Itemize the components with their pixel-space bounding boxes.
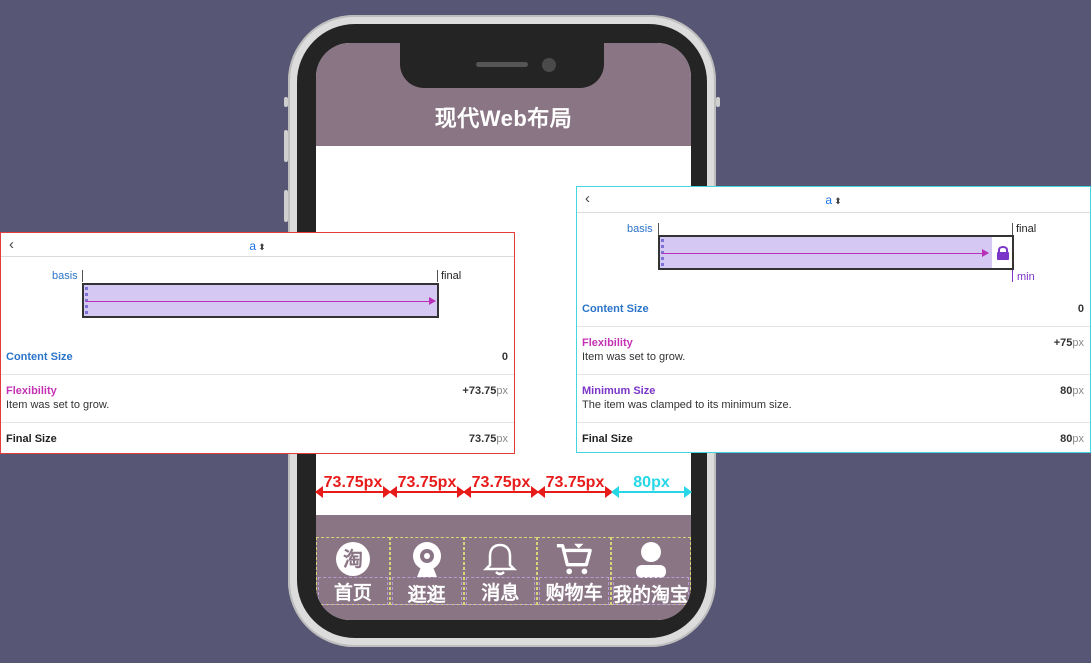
tab-width-label: 73.75px [397, 474, 457, 491]
element-selector[interactable]: a ⬍ [577, 193, 1090, 207]
content-size-label: Content Size [6, 351, 73, 363]
panel-header: ‹ a ⬍ [1, 233, 514, 257]
final-size-value: 80 [1060, 433, 1073, 445]
final-size-row: Final Size 73.75px [1, 423, 514, 454]
flexibility-unit: px [496, 385, 508, 397]
min-label: min [1017, 271, 1035, 283]
element-selector[interactable]: a ⬍ [1, 239, 514, 253]
bell-icon [481, 541, 519, 577]
tab-label: 消息 [481, 583, 520, 604]
tab-label: 逛逛 [407, 585, 446, 606]
minimum-size-unit: px [1072, 385, 1084, 397]
shopping-cart-icon [555, 541, 593, 577]
final-size-unit: px [1072, 433, 1084, 445]
minimum-size-desc: The item was clamped to its minimum size… [582, 399, 792, 411]
basis-tick [658, 223, 659, 235]
tab-messages[interactable]: 消息 [463, 537, 538, 605]
phone-speaker [476, 62, 528, 67]
tab-label: 首页 [333, 583, 372, 604]
phone-camera [542, 58, 556, 72]
flexibility-value: +75 [1053, 337, 1073, 349]
final-label: final [1016, 223, 1037, 235]
app-title: 现代Web布局 [434, 106, 573, 131]
tab-bar: 淘 首页 逛逛 消息 购物车 我的淘宝 [316, 537, 691, 606]
content-size-row: Content Size 0 [1, 351, 514, 375]
selector-label: a [825, 193, 833, 207]
webcam-icon [408, 541, 446, 579]
flex-inspector-panel-left: ‹ a ⬍ basis final Content Size 0 Flexibil… [0, 232, 515, 454]
content-size-value: 0 [501, 351, 508, 363]
flexibility-value: +73.75 [462, 385, 497, 397]
minimum-size-row: Minimum Size The item was clamped to its… [577, 375, 1090, 423]
selector-label: a [249, 239, 257, 253]
tab-width-label: 80px [633, 474, 670, 491]
tab-width-label: 73.75px [471, 474, 531, 491]
phone-side-button [284, 97, 288, 107]
flexibility-desc: Item was set to grow. [582, 351, 686, 363]
tab-bar-container: 淘 首页 逛逛 消息 购物车 我的淘宝 [316, 515, 691, 620]
lock-icon [997, 246, 1009, 260]
flex-item-diagram: basis final [1, 257, 514, 351]
final-tick [1012, 223, 1013, 235]
flexibility-unit: px [1072, 337, 1084, 349]
basis-tick [82, 270, 83, 282]
content-size-row: Content Size 0 [577, 303, 1090, 327]
tab-width-measure: 73.75px [315, 474, 391, 500]
grow-arrow [86, 296, 436, 305]
tab-cart[interactable]: 购物车 [537, 537, 611, 605]
minimum-size-label: Minimum Size [582, 385, 656, 397]
flexibility-row: Flexibility Item was set to grow. +73.75… [1, 375, 514, 423]
grow-arrow [662, 248, 989, 257]
tab-width-measure: 73.75px [389, 474, 465, 500]
power-button [716, 97, 720, 107]
min-tick [1012, 270, 1013, 282]
flexibility-label: Flexibility [582, 337, 633, 349]
basis-label: basis [627, 223, 653, 235]
flex-size-bar [82, 283, 439, 318]
tab-home[interactable]: 淘 首页 [316, 537, 390, 605]
content-size-label: Content Size [582, 303, 649, 315]
flexibility-label: Flexibility [6, 385, 57, 397]
tab-label: 购物车 [545, 583, 603, 604]
flex-item-diagram: basis final min [577, 213, 1090, 303]
updown-arrow-icon: ⬍ [834, 196, 842, 206]
panel-header: ‹ a ⬍ [577, 187, 1090, 213]
final-size-row: Final Size 80px [577, 423, 1090, 453]
tab-label: 我的淘宝 [612, 585, 689, 606]
user-icon [632, 541, 670, 579]
minimum-size-value: 80 [1060, 385, 1073, 397]
final-size-unit: px [496, 433, 508, 445]
final-tick [437, 270, 438, 282]
tab-width-label: 73.75px [323, 474, 383, 491]
taobao-logo-icon: 淘 [334, 541, 372, 577]
content-size-value: 0 [1077, 303, 1084, 315]
tab-my-taobao[interactable]: 我的淘宝 [611, 537, 691, 606]
volume-up-button [284, 130, 288, 162]
volume-down-button [284, 190, 288, 222]
final-size-label: Final Size [582, 433, 633, 445]
final-label: final [441, 270, 462, 282]
tab-width-measure: 73.75px [463, 474, 539, 500]
tab-width-measure: 80px [611, 474, 692, 500]
tab-width-measure: 73.75px [537, 474, 613, 500]
flexibility-desc: Item was set to grow. [6, 399, 110, 411]
flexibility-row: Flexibility Item was set to grow. +75px [577, 327, 1090, 375]
final-size-value: 73.75 [468, 433, 497, 445]
final-size-label: Final Size [6, 433, 57, 445]
flex-size-bar [658, 235, 1014, 270]
taobao-logo-glyph: 淘 [343, 547, 363, 571]
tab-width-label: 73.75px [545, 474, 605, 491]
tab-discover[interactable]: 逛逛 [389, 537, 464, 606]
flex-inspector-panel-right: ‹ a ⬍ basis final min Content Size 0 Flex… [576, 186, 1091, 453]
basis-label: basis [52, 270, 78, 282]
updown-arrow-icon: ⬍ [258, 242, 266, 252]
